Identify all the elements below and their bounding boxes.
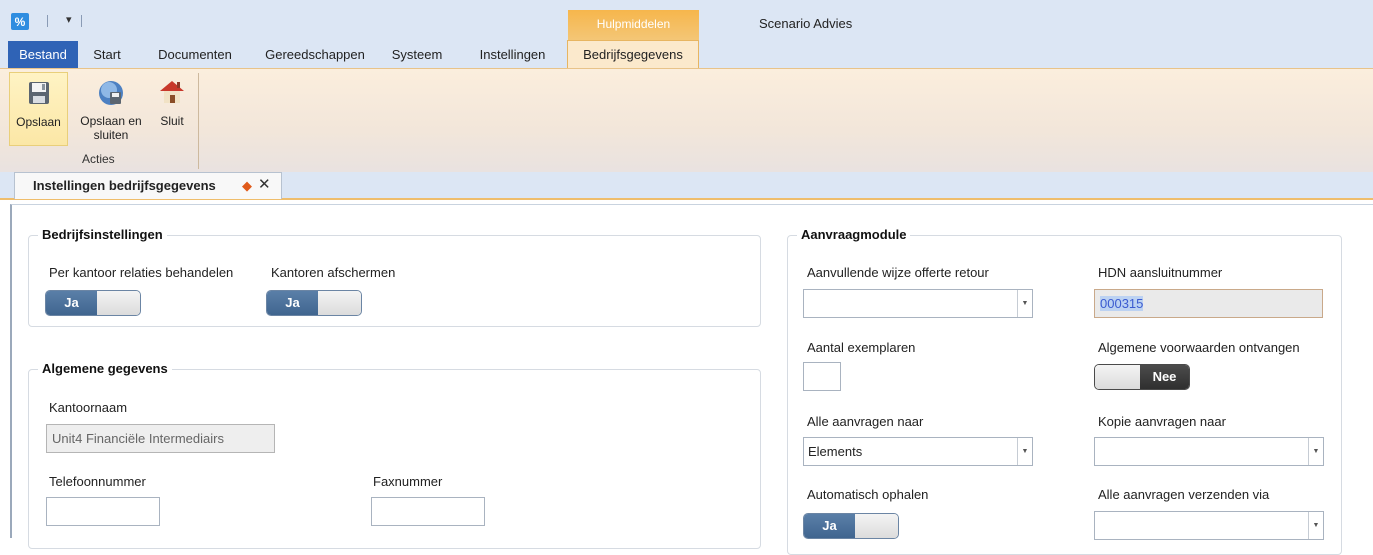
toggle-knob — [97, 291, 140, 315]
tab-file[interactable]: Bestand — [8, 41, 78, 68]
ribbon-panel — [0, 68, 1373, 172]
aantal-exemplaren-label: Aantal exemplaren — [807, 340, 916, 355]
house-icon — [157, 76, 187, 108]
tab-systeem[interactable]: Systeem — [382, 41, 452, 68]
algemene-voorwaarden-toggle[interactable]: Nee — [1094, 364, 1190, 390]
telefoonnummer-field[interactable] — [46, 497, 160, 526]
quick-access-separator — [81, 15, 82, 27]
window-title: Scenario Advies — [759, 16, 853, 31]
toggle-value: Nee — [1140, 365, 1189, 389]
bedrijfsinstellingen-title: Bedrijfsinstellingen — [38, 227, 167, 242]
dropdown-value: Elements — [808, 444, 863, 459]
verzenden-via-label: Alle aanvragen verzenden via — [1098, 487, 1270, 502]
chevron-down-icon[interactable]: ▼ — [1308, 438, 1323, 465]
document-tab-title: Instellingen bedrijfsgegevens — [33, 178, 216, 193]
automatisch-ophalen-label: Automatisch ophalen — [807, 487, 929, 502]
quick-access-dropdown-icon[interactable]: ▾ — [66, 14, 72, 26]
aanvullende-wijze-label: Aanvullende wijze offerte retour — [807, 265, 989, 280]
modified-marker-icon: ◆ — [242, 178, 252, 193]
save-close-icon — [96, 76, 126, 108]
kantoornaam-field[interactable]: Unit4 Financiële Intermediairs — [46, 424, 275, 453]
kopie-aanvragen-label: Kopie aanvragen naar — [1098, 414, 1226, 429]
kantoren-afschermen-toggle[interactable]: Ja — [266, 290, 362, 316]
hdn-aansluitnummer-field[interactable]: 000315 — [1094, 289, 1323, 318]
algemene-gegevens-title: Algemene gegevens — [38, 361, 172, 376]
toggle-value: Ja — [46, 291, 97, 315]
save-close-label-line1: Opslaan en — [80, 114, 142, 128]
save-label: Opslaan — [16, 115, 61, 129]
close-label: Sluit — [160, 114, 184, 128]
aanvraagmodule-group — [787, 235, 1342, 555]
faxnummer-field[interactable] — [371, 497, 485, 526]
app-percent-icon[interactable]: % — [11, 13, 29, 30]
faxnummer-label: Faxnummer — [373, 474, 443, 489]
close-tab-icon[interactable]: ✕ — [258, 175, 271, 195]
tab-start[interactable]: Start — [82, 41, 132, 68]
toggle-knob — [855, 514, 898, 538]
tab-instellingen[interactable]: Instellingen — [465, 41, 560, 68]
aanvullende-wijze-dropdown[interactable]: ▼ — [803, 289, 1033, 318]
save-close-label-line2: sluiten — [93, 128, 129, 142]
ribbon-group-separator — [198, 73, 199, 169]
tab-documenten[interactable]: Documenten — [147, 41, 243, 68]
quick-access-separator — [47, 15, 48, 27]
kopie-aanvragen-dropdown[interactable]: ▼ — [1094, 437, 1324, 466]
per-kantoor-toggle[interactable]: Ja — [45, 290, 141, 316]
automatisch-ophalen-toggle[interactable]: Ja — [803, 513, 899, 539]
save-button[interactable]: Opslaan — [9, 72, 68, 146]
verzenden-via-dropdown[interactable]: ▼ — [1094, 511, 1324, 540]
close-button[interactable]: Sluit — [154, 72, 190, 146]
chevron-down-icon[interactable]: ▼ — [1308, 512, 1323, 539]
telefoonnummer-label: Telefoonnummer — [49, 474, 146, 489]
algemene-voorwaarden-label: Algemene voorwaarden ontvangen — [1098, 340, 1300, 355]
toggle-knob — [1095, 365, 1140, 389]
toggle-value: Ja — [804, 514, 855, 538]
kantoren-afschermen-label: Kantoren afschermen — [271, 265, 396, 280]
toggle-value: Ja — [267, 291, 318, 315]
save-and-close-button[interactable]: Opslaan en sluiten — [73, 72, 149, 146]
toggle-knob — [318, 291, 361, 315]
chevron-down-icon[interactable]: ▼ — [1017, 290, 1032, 317]
tab-gereedschappen[interactable]: Gereedschappen — [255, 41, 375, 68]
hdn-aansluitnummer-label: HDN aansluitnummer — [1098, 265, 1223, 280]
alle-aanvragen-naar-label: Alle aanvragen naar — [807, 414, 924, 429]
context-tab-header: Hulpmiddelen — [568, 10, 699, 40]
kantoornaam-label: Kantoornaam — [49, 400, 128, 415]
tab-bedrijfsgegevens[interactable]: Bedrijfsgegevens — [567, 40, 699, 70]
floppy-disk-icon — [24, 77, 54, 109]
ribbon-group-label: Acties — [82, 152, 115, 166]
hdn-value: 000315 — [1100, 296, 1144, 311]
per-kantoor-label: Per kantoor relaties behandelen — [49, 265, 234, 280]
chevron-down-icon[interactable]: ▼ — [1017, 438, 1032, 465]
alle-aanvragen-naar-dropdown[interactable]: Elements ▼ — [803, 437, 1033, 466]
aanvraagmodule-title: Aanvraagmodule — [797, 227, 911, 242]
aantal-exemplaren-field[interactable] — [803, 362, 841, 391]
